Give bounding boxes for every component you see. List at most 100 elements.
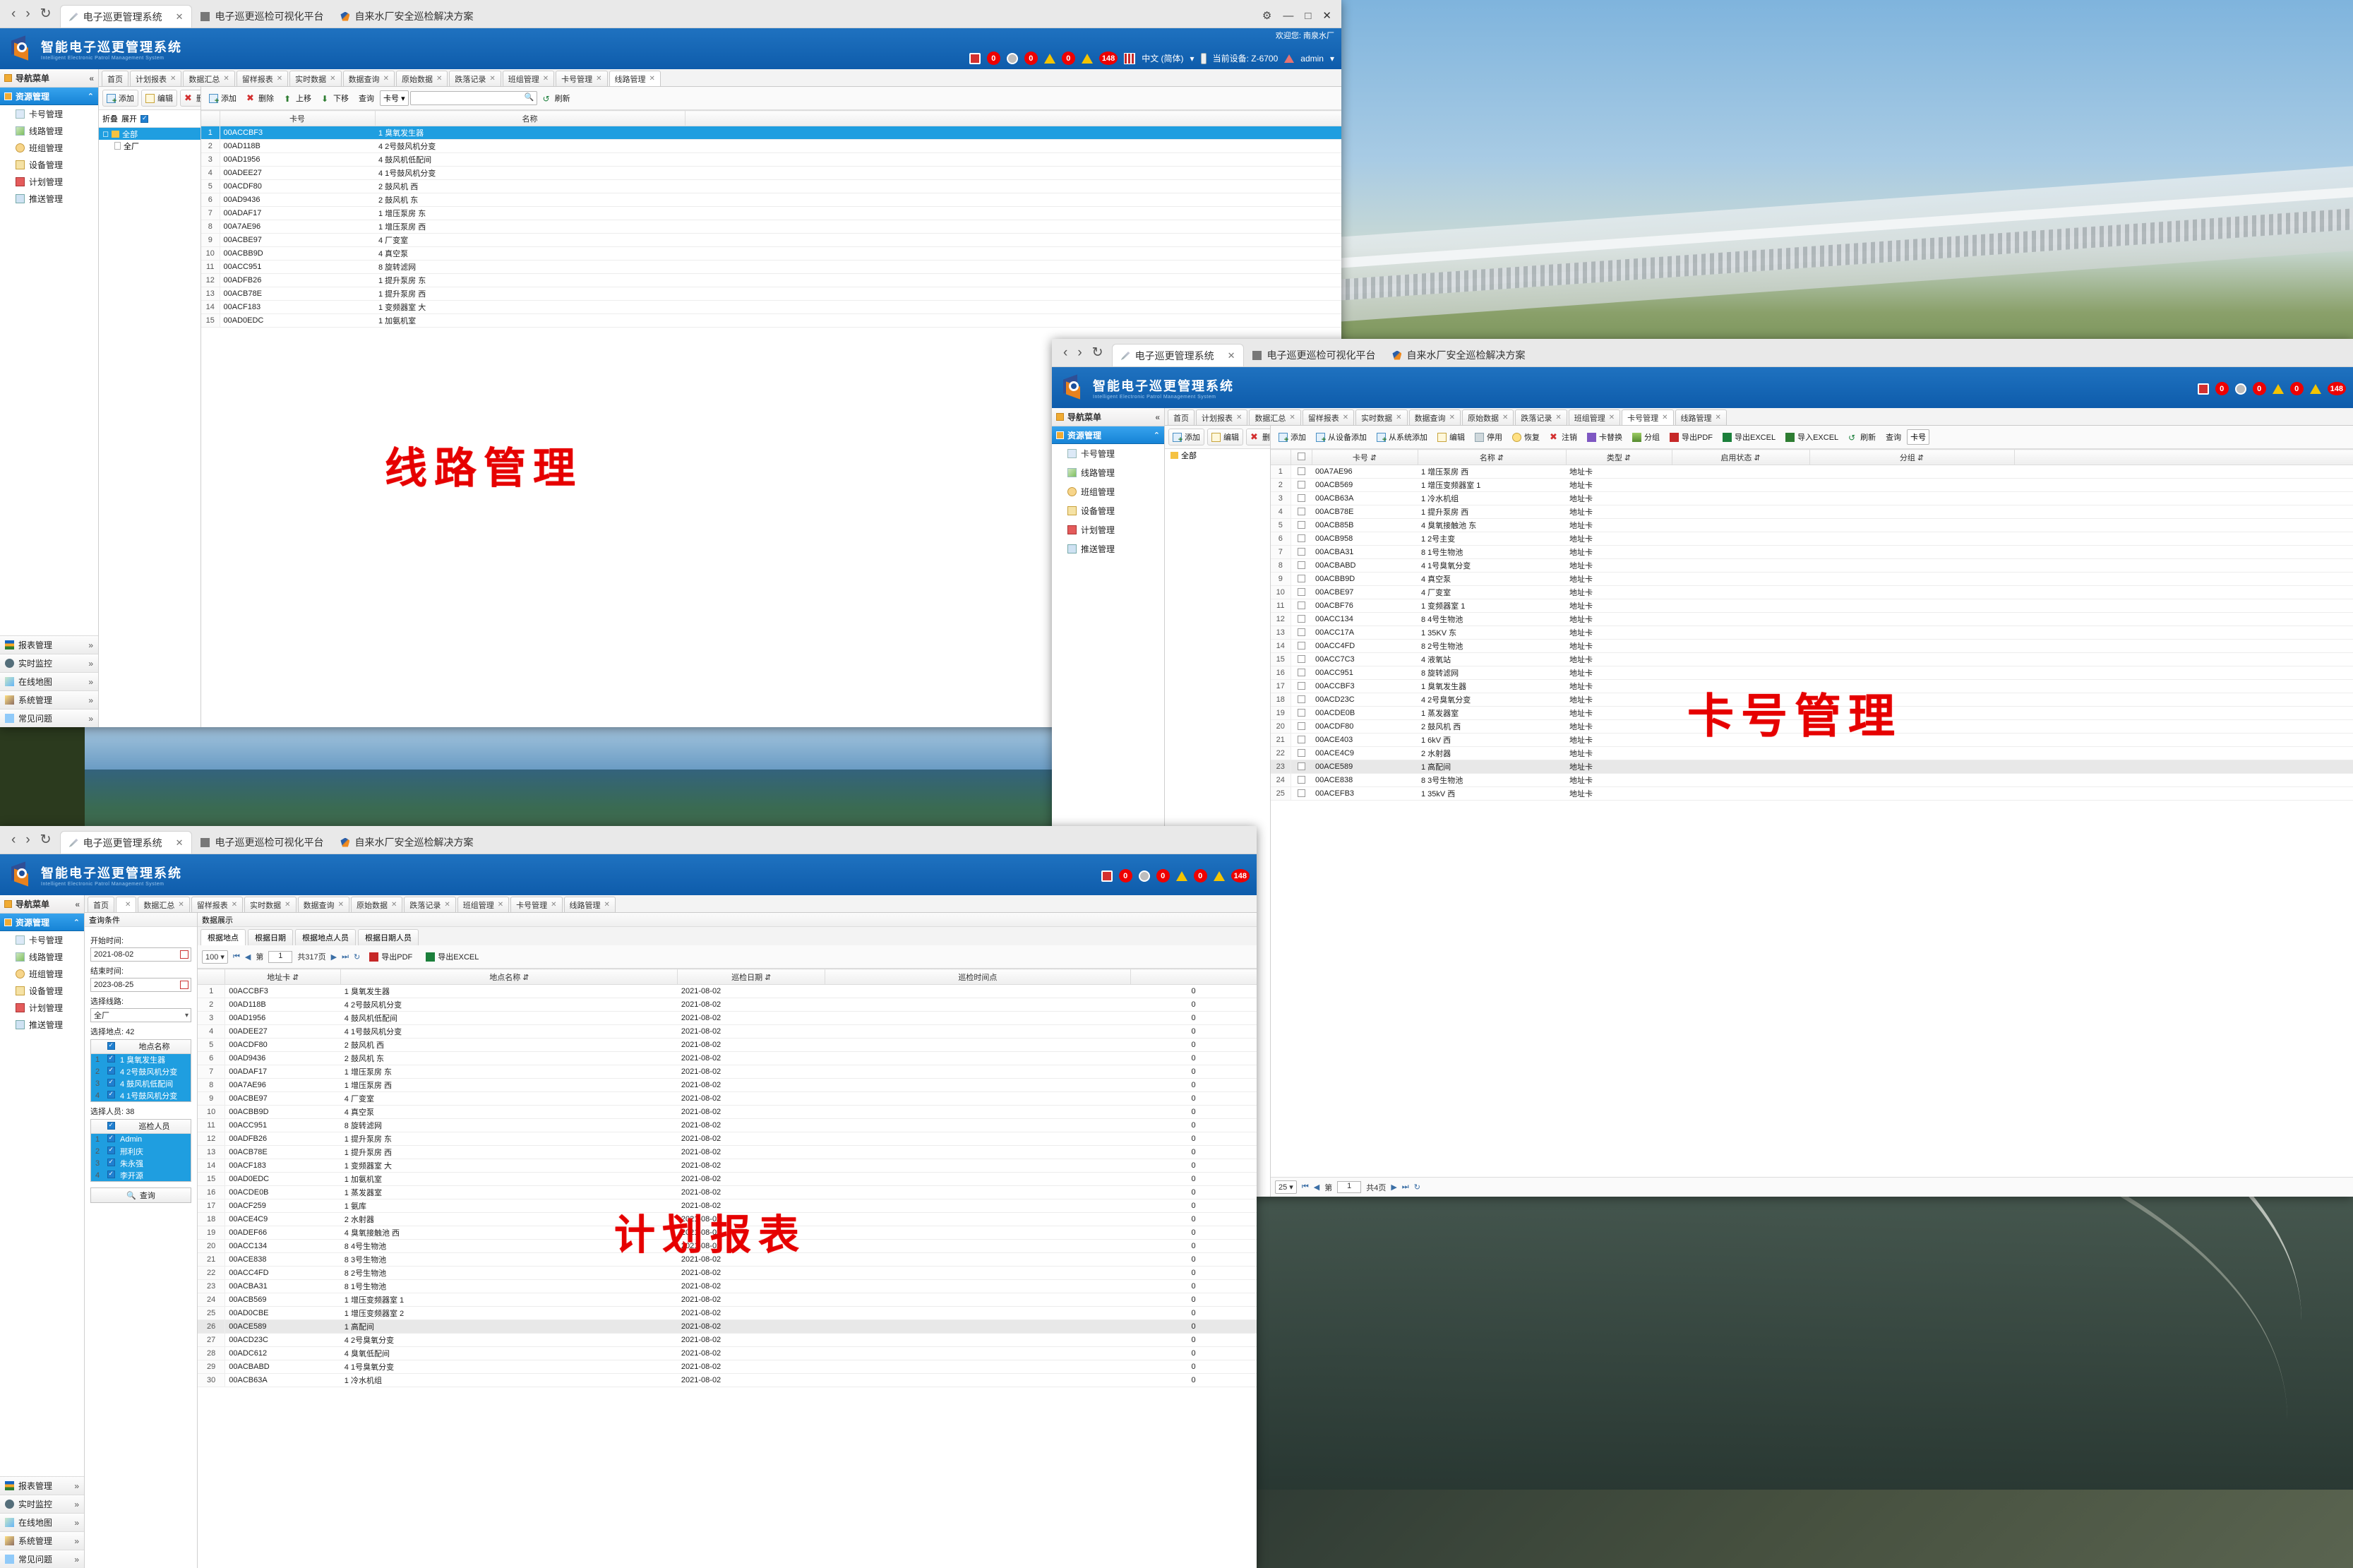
close-icon[interactable]: ✕ <box>1289 414 1295 421</box>
tab-data-query[interactable]: 数据查询 ✕ <box>342 71 395 86</box>
row-checkbox[interactable] <box>104 1053 118 1065</box>
tab-team-management[interactable]: 班组管理 ✕ <box>502 71 555 86</box>
close-icon[interactable]: ✕ <box>383 75 389 83</box>
delete-button[interactable]: ✖删除 <box>1246 429 1270 445</box>
table-row[interactable]: 22 00ACC4FD 8 2号生物池 2021-08-02 0 <box>198 1266 1257 1280</box>
table-row[interactable]: 12 00ACC134 8 4号生物池 地址卡 <box>1271 612 2353 626</box>
tab-sample-report[interactable]: 留样报表 ✕ <box>1302 409 1355 425</box>
move-down-button[interactable]: ⬇ 下移 <box>317 90 353 107</box>
alert-icon[interactable] <box>1213 870 1225 881</box>
chevron-double-down-icon[interactable]: » <box>88 714 93 724</box>
subtab-by-date[interactable]: 根据日期 <box>248 929 293 945</box>
collapse-icon[interactable]: « <box>1155 412 1160 422</box>
row-checkbox[interactable] <box>1291 545 1312 559</box>
tab-route-management[interactable]: 线路管理 ✕ <box>609 71 661 86</box>
sidebar-item-device[interactable]: 设备管理 <box>1052 501 1164 520</box>
import-excel-button[interactable]: 导入EXCEL <box>1781 429 1843 445</box>
table-row[interactable]: 5 00ACDF80 2 鼓风机 西 <box>201 179 1341 193</box>
tab-data-summary[interactable]: 数据汇总 ✕ <box>138 897 190 912</box>
table-row[interactable]: 27 00ACD23C 4 2号臭氧分变 2021-08-02 0 <box>198 1333 1257 1347</box>
close-icon[interactable]: ✕ <box>1228 350 1235 361</box>
forward-icon[interactable]: › <box>25 6 30 22</box>
gear-alarm-icon[interactable] <box>1006 52 1018 64</box>
chevron-up-icon[interactable]: ⌃ <box>88 92 94 101</box>
table-row[interactable]: 15 00AD0EDC 1 加氨机室 2021-08-02 0 <box>198 1172 1257 1186</box>
table-row[interactable]: 11 00ACC951 8 旋转滤网 <box>201 260 1341 274</box>
chevron-double-down-icon[interactable]: » <box>88 695 93 705</box>
expand-checkbox[interactable] <box>140 114 148 123</box>
sidebar-accordion-faq[interactable]: 常见问题 » <box>0 1550 84 1568</box>
add-from-device-button[interactable]: 从设备添加 <box>1312 429 1371 445</box>
alert-icon[interactable] <box>1081 53 1093 64</box>
table-row[interactable]: 13 00ACB78E 1 提升泵房 西 <box>201 287 1341 301</box>
gear-alarm-icon[interactable] <box>1138 870 1150 882</box>
close-icon[interactable]: ✕ <box>543 75 549 83</box>
browser-nav-buttons[interactable]: ‹ › ↻ <box>7 832 60 854</box>
row-checkbox[interactable] <box>1291 760 1312 774</box>
table-row[interactable]: 14 00ACC4FD 8 2号生物池 地址卡 <box>1271 639 2353 653</box>
restore-button[interactable]: 恢复 <box>1508 429 1544 445</box>
select-all-sites-checkbox[interactable] <box>107 1041 115 1050</box>
refresh-button[interactable]: ↺ 刷新 <box>539 90 575 107</box>
fire-alarm-icon[interactable] <box>969 52 981 64</box>
close-icon[interactable]: ✕ <box>604 901 610 909</box>
table-row[interactable]: 8 00ACBABD 4 1号臭氧分变 地址卡 <box>1271 558 2353 573</box>
chevron-double-down-icon[interactable]: » <box>74 1500 79 1509</box>
table-row[interactable]: 28 00ADC612 4 臭氧低配间 2021-08-02 0 <box>198 1346 1257 1360</box>
row-checkbox[interactable] <box>104 1089 118 1101</box>
sidebar-item-team[interactable]: 班组管理 <box>1052 482 1164 501</box>
list-item[interactable]: 2 4 2号鼓风机分变 <box>91 1065 191 1077</box>
route-table[interactable]: 卡号 名称 1 00ACCBF3 1 臭氧发生器 2 00AD118B 4 2号鼓风机分变… <box>201 110 1341 328</box>
close-icon[interactable]: ✕ <box>176 11 184 23</box>
back-icon[interactable]: ‹ <box>11 832 16 848</box>
browser-tab-0[interactable]: 电子巡更管理系统 ✕ <box>59 831 193 854</box>
row-checkbox[interactable] <box>1291 465 1312 479</box>
table-row[interactable]: 4 00ADEE27 4 1号鼓风机分变 <box>201 166 1341 180</box>
edit-button[interactable]: 编辑 <box>1207 429 1243 445</box>
sidebar-item-plan[interactable]: 计划管理 <box>0 173 98 190</box>
tab-card-management[interactable]: 卡号管理 ✕ <box>1622 409 1674 425</box>
export-pdf-button[interactable]: 导出PDF <box>365 948 417 965</box>
tab-raw-data[interactable]: 原始数据 ✕ <box>395 71 448 86</box>
chevron-double-down-icon[interactable]: » <box>88 677 93 687</box>
table-row[interactable]: 3 00AD1956 4 鼓风机低配间 <box>201 152 1341 167</box>
table-row[interactable]: 3 00AD1956 4 鼓风机低配间 2021-08-02 0 <box>198 1011 1257 1025</box>
row-checkbox[interactable] <box>1291 478 1312 492</box>
tab-card-management[interactable]: 卡号管理 ✕ <box>556 71 608 86</box>
table-row[interactable]: 12 00ADFB26 1 提升泵房 东 2021-08-02 0 <box>198 1132 1257 1146</box>
table-row[interactable]: 26 00ACE589 1 高配间 2021-08-02 0 <box>198 1319 1257 1334</box>
last-page-button[interactable]: ⏭ <box>1402 1183 1409 1192</box>
column-type[interactable]: 类型 ⇵ <box>1566 449 1672 465</box>
start-time-input[interactable]: 2021-08-02 <box>90 947 191 962</box>
close-icon[interactable]: ✕ <box>391 901 397 909</box>
list-item[interactable]: 3 4 鼓风机低配间 <box>91 1077 191 1089</box>
close-icon[interactable]: ✕ <box>285 901 290 909</box>
tree-controls[interactable]: 折叠 展开 <box>99 110 200 127</box>
prev-page-button[interactable]: ◀ <box>1314 1183 1319 1192</box>
window-plan-report[interactable]: ‹ › ↻ 电子巡更管理系统 ✕ 电子巡更巡检可视化平台 自来水厂安全巡检解决方… <box>0 826 1257 1568</box>
row-checkbox[interactable] <box>1291 639 1312 653</box>
close-icon[interactable]: ✕ <box>330 75 335 83</box>
subtab-by-site-person[interactable]: 根据地点人员 <box>295 929 356 945</box>
sidebar-item-route[interactable]: 线路管理 <box>0 948 84 965</box>
chevron-up-icon[interactable]: ⌃ <box>73 918 80 927</box>
search-field-select[interactable]: 卡号 <box>1907 429 1930 445</box>
chevron-double-down-icon[interactable]: » <box>74 1481 79 1491</box>
row-checkbox[interactable] <box>1291 773 1312 787</box>
list-item[interactable]: 3 朱永强 <box>91 1157 191 1169</box>
delete-button[interactable]: ✖删除 <box>242 90 278 107</box>
language-selector[interactable]: 中文 (简体) <box>1142 52 1183 64</box>
browser-tab-2[interactable]: 自来水厂安全巡检解决方案 <box>332 5 481 28</box>
page-size-select[interactable]: 100 ▾ <box>202 950 228 964</box>
browser-tab-2[interactable]: 自来水厂安全巡检解决方案 <box>1384 344 1533 366</box>
row-checkbox[interactable] <box>104 1157 118 1169</box>
content-tab-strip[interactable]: 首页 ✕ 数据汇总 ✕ 留样报表 ✕ 实时数据 ✕ 数据查询 ✕ 原始数据 ✕ 跌落记录 ✕… <box>85 895 1257 913</box>
table-row[interactable]: 25 00ACEFB3 1 35kV 西地址卡 <box>1271 786 2353 801</box>
row-checkbox[interactable] <box>1291 786 1312 801</box>
warning-icon[interactable] <box>1043 53 1055 64</box>
row-checkbox[interactable] <box>1291 585 1312 599</box>
chevron-down-icon[interactable]: ▾ <box>1330 54 1334 64</box>
refresh-button[interactable]: ↺ 刷新 <box>1844 429 1880 445</box>
end-time-input[interactable]: 2023-08-25 <box>90 978 191 992</box>
site-column-header[interactable]: 地点名称 <box>118 1040 191 1054</box>
